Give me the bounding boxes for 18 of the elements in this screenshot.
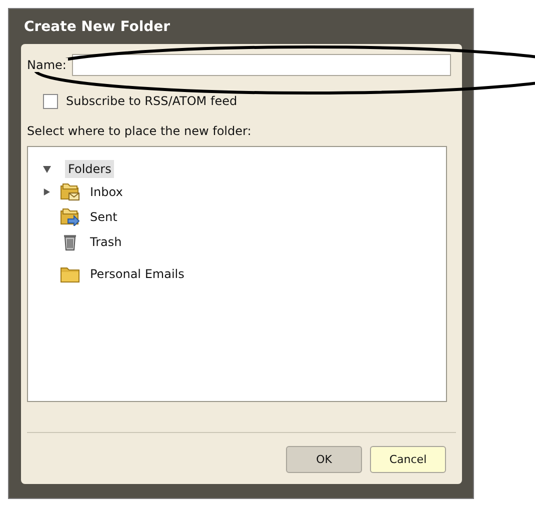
expand-arrow-icon[interactable] [43,188,50,196]
subscribe-label: Subscribe to RSS/ATOM feed [66,94,238,108]
expand-arrow-icon[interactable] [43,164,51,172]
tree-item[interactable]: Personal Emails [87,264,188,282]
cancel-button[interactable]: Cancel [370,446,446,473]
tree-item[interactable]: Sent [87,208,120,226]
name-field[interactable] [72,54,451,76]
tree-item[interactable]: Trash [87,232,125,250]
checkbox[interactable] [43,94,58,108]
tree-item[interactable]: Inbox [87,182,126,200]
window-title: Create New Folder [24,18,170,34]
ok-button[interactable]: OK [286,446,362,473]
folder-arrow-icon [60,208,80,226]
tree-label: Select where to place the new folder: [27,124,252,138]
folder-icon [60,264,80,282]
name-label: Name: [27,58,68,72]
tree-item[interactable]: Folders [65,160,114,178]
folder-envelope-icon [60,182,80,200]
